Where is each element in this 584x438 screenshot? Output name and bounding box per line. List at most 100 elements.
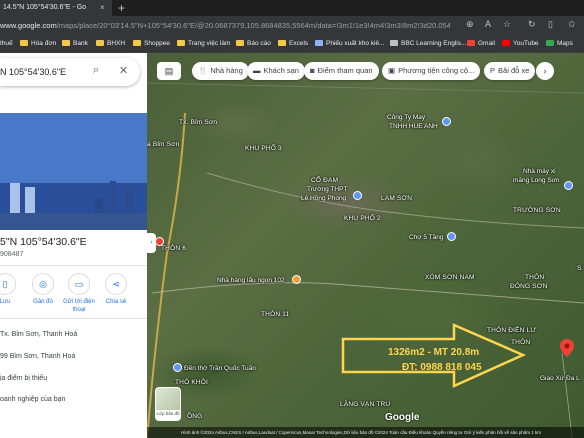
bookmark-shoppee[interactable]: Shoppee	[133, 35, 170, 53]
chips-next-icon[interactable]: ›	[536, 62, 554, 80]
bookmarks-bar: thuế Hóa đơn Bank BHXH Shoppee Trang việ…	[0, 35, 584, 53]
map-label: LÀNG VẠN TRU	[340, 401, 391, 408]
map-poi-label: măng Long Sơn	[513, 177, 560, 184]
gmail-icon	[467, 40, 475, 46]
refresh-icon[interactable]: ↻	[528, 19, 536, 30]
search-input[interactable]: N 105°54'30.6"E	[0, 58, 66, 86]
bookmark-viec-lam[interactable]: Trang việc làm	[177, 35, 230, 53]
map-footer: Hình ảnh ©2024 Airbus,CNES / Airbus,Land…	[147, 427, 584, 438]
location-pin-icon[interactable]	[560, 339, 574, 357]
bookmark-youtube[interactable]: YouTube	[502, 35, 539, 53]
browser-tab[interactable]: 14.5"N 105°54'30.6"E - Go ×	[0, 0, 112, 16]
divider	[0, 265, 147, 266]
map-label: THÔN	[511, 339, 531, 346]
favorites-icon[interactable]: ✩	[568, 19, 576, 30]
close-icon[interactable]: ✕	[119, 64, 128, 77]
add-your-business[interactable]: oanh nghiệp của bạn	[0, 396, 65, 403]
zoom-icon[interactable]: ⊕	[466, 19, 474, 30]
map-label: THÔ KHÔI	[175, 379, 209, 386]
chip-parking[interactable]: P Bãi đỗ xe	[484, 62, 536, 80]
satellite-map[interactable]: ‹ ▤ 🍴 Nhà hàng ▬ Khách sạn ◙ Điểm tham quan…	[147, 53, 584, 438]
folder-icon	[62, 40, 70, 46]
chip-restaurants[interactable]: 🍴 Nhà hàng	[192, 62, 249, 80]
url-field[interactable]: www.google.com/maps/place/20°03'14.5"N+1…	[0, 16, 450, 35]
annotation-phone-text: ĐT: 0988 818 045	[402, 362, 482, 373]
map-label: THÔN	[525, 274, 545, 281]
map-poi-label: Chợ 5 Tầng	[409, 234, 444, 241]
bookmark-thue[interactable]: thuế	[0, 35, 13, 53]
map-label: KHU PHỐ 2	[344, 215, 381, 222]
search-icon[interactable]: ⌕	[93, 64, 99, 77]
map-label: Tx. Bỉm Sơn	[179, 119, 218, 126]
nearby-button[interactable]: ◎ Gần đó	[26, 273, 60, 306]
restaurant-marker-icon[interactable]	[292, 275, 301, 284]
bookmark-bank[interactable]: Bank	[62, 35, 88, 53]
bookmark-gmail[interactable]: Gmail	[467, 35, 495, 53]
train-marker-icon[interactable]	[155, 237, 164, 246]
url-path: /maps/place/20°03'14.5"N+105°54'30.6"E/@…	[56, 21, 450, 30]
map-roads	[147, 82, 584, 438]
street-view-image	[0, 113, 147, 230]
map-poi-label: Giáo Xứ Đa L	[540, 375, 580, 382]
share-button[interactable]: ⋖ Chia sẻ	[99, 273, 133, 306]
save-button[interactable]: ▯ Lưu	[0, 273, 22, 306]
map-poi-label: Trường THPT	[307, 186, 348, 193]
add-missing-place[interactable]: ịa điểm bị thiếu	[0, 375, 47, 382]
favorite-star-icon[interactable]: ☆	[503, 19, 511, 30]
map-label: CỔ ĐAM	[311, 177, 339, 184]
map-label: XÓM SƠN NAM	[425, 274, 475, 281]
divider	[0, 318, 147, 319]
place-panel: N 105°54'30.6"E ⌕ ✕ 5"N 105°54'30.6"E 90…	[0, 53, 147, 438]
bookmark-hoa-don[interactable]: Hóa đơn	[20, 35, 56, 53]
phone-icon: ▭	[68, 273, 90, 295]
bookmark-icon: ▯	[0, 273, 16, 295]
temple-marker-icon[interactable]	[173, 363, 182, 372]
bookmark-excels[interactable]: Excels	[278, 35, 308, 53]
share-icon: ⋖	[105, 273, 127, 295]
bookmark-bhxh[interactable]: BHXH	[96, 35, 125, 53]
bookmark-bbc[interactable]: BBC Learning Englis...	[390, 35, 466, 53]
layers-toggle-icon[interactable]: ▤	[157, 62, 181, 80]
map-poi-label: Đền thờ Trần Quốc Tuấn	[184, 365, 256, 372]
folder-icon	[278, 40, 286, 46]
url-domain: www.google.com	[0, 21, 57, 30]
split-screen-icon[interactable]: ▯	[548, 19, 553, 30]
school-marker-icon[interactable]	[353, 191, 362, 200]
folder-icon	[236, 40, 244, 46]
folder-icon	[177, 40, 185, 46]
address-bar: www.google.com/maps/place/20°03'14.5"N+1…	[0, 16, 584, 35]
parking-icon: P	[490, 66, 496, 75]
factory-marker-icon[interactable]	[442, 117, 451, 126]
tab-bar: 14.5"N 105°54'30.6"E - Go × +	[0, 0, 584, 16]
chip-transit[interactable]: ▣ Phương tiện công cộ...	[382, 62, 481, 80]
layers-button[interactable]: Lớp bản đồ	[155, 387, 181, 421]
factory-marker-icon[interactable]	[564, 181, 573, 190]
chip-attractions[interactable]: ◙ Điểm tham quan	[304, 62, 379, 80]
map-label: LAM SƠN	[381, 195, 413, 202]
map-label: ỒNG	[187, 413, 203, 420]
chip-hotels[interactable]: ▬ Khách sạn	[247, 62, 305, 80]
place-photo[interactable]	[0, 113, 147, 230]
read-aloud-icon[interactable]: A	[485, 19, 491, 29]
send-to-phone-button[interactable]: ▭ Gửi tới điện thoại	[62, 273, 96, 314]
info-address[interactable]: Tx. Bỉm Sơn, Thanh Hoá	[0, 331, 77, 338]
new-tab-button[interactable]: +	[118, 0, 125, 16]
map-label: THÔN ĐIỀN LƯ	[487, 327, 537, 334]
transit-icon: ▣	[388, 66, 396, 75]
place-title: 5"N 105°54'30.6"E	[0, 236, 87, 248]
folder-icon	[20, 40, 28, 46]
map-poi-label: TNHH HUE ANH	[389, 123, 438, 130]
restaurant-icon: 🍴	[198, 66, 208, 75]
camera-icon: ◙	[310, 66, 315, 75]
info-plus-code[interactable]: 99 Bỉm Sơn, Thanh Hoá	[0, 353, 75, 360]
layers-thumbnail	[156, 388, 180, 410]
bookmark-phieu-xuat-kho[interactable]: Phiếu xuất kho kiê...	[315, 35, 385, 53]
tab-title: 14.5"N 105°54'30.6"E - Go	[3, 4, 87, 11]
market-marker-icon[interactable]	[447, 232, 456, 241]
map-label: S	[577, 265, 582, 272]
tab-close-icon[interactable]: ×	[100, 0, 105, 16]
search-box[interactable]: N 105°54'30.6"E ⌕ ✕	[0, 58, 140, 86]
maps-icon	[546, 40, 554, 46]
bookmark-bao-cao[interactable]: Báo cáo	[236, 35, 271, 53]
bookmark-maps[interactable]: Maps	[546, 35, 573, 53]
